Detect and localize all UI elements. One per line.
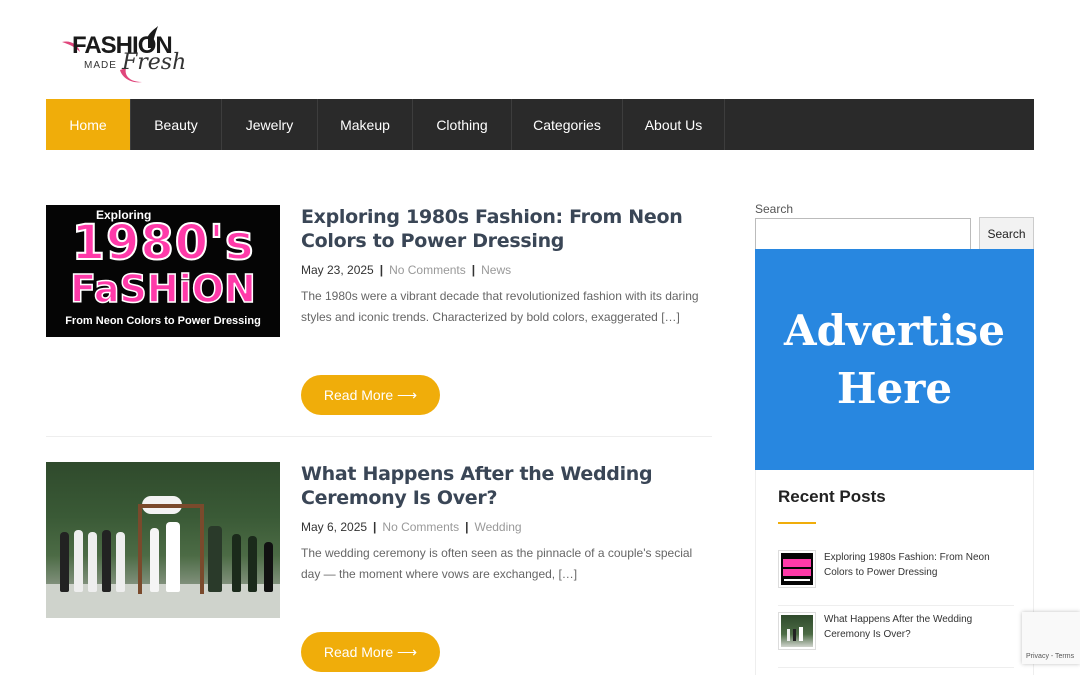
thumb-figure <box>60 532 69 592</box>
post-meta: May 6, 2025 | No Comments | Wedding <box>301 520 713 534</box>
nav-item-beauty[interactable]: Beauty <box>131 99 222 150</box>
post-excerpt: The 1980s were a vibrant decade that rev… <box>301 289 699 324</box>
search-input[interactable] <box>755 218 971 250</box>
post-body: Exploring 1980s Fashion: From Neon Color… <box>301 205 713 328</box>
thumb-fashion-text: FaSHiON <box>69 266 256 312</box>
post-category-link[interactable]: Wedding <box>474 520 521 534</box>
thumb-figure <box>116 532 125 592</box>
mini-1980-thumb <box>781 553 813 585</box>
post-card: What Happens After the Wedding Ceremony … <box>46 462 712 675</box>
mini-thumb-bar <box>784 579 810 581</box>
nav-item-categories[interactable]: Categories <box>512 99 623 150</box>
post-card: Exploring 1980's FaSHiON From Neon Color… <box>46 205 712 435</box>
meta-separator: | <box>471 263 476 277</box>
post-divider <box>46 436 712 437</box>
recent-post-title[interactable]: Exploring 1980s Fashion: From Neon Color… <box>824 550 1016 580</box>
thumb-figure <box>248 536 257 592</box>
thumb-figure <box>88 532 97 592</box>
mini-wedding-thumb <box>781 615 813 647</box>
thumb-subtitle-text: From Neon Colors to Power Dressing <box>65 315 261 327</box>
thumb-figure <box>166 522 180 592</box>
ad-line-1: Advertise <box>784 305 1005 355</box>
search-button[interactable]: Search <box>979 217 1034 250</box>
nav-item-makeup[interactable]: Makeup <box>318 99 413 150</box>
read-more-button[interactable]: Read More ⟶ <box>301 375 440 415</box>
recent-post-item[interactable]: What Happens After the Wedding Ceremony … <box>778 612 1014 668</box>
recent-posts-widget: Recent Posts Exploring 1980s Fashion: Fr… <box>755 470 1034 675</box>
logo-made-text: MADE <box>84 60 117 71</box>
mini-thumb-bar <box>783 559 811 567</box>
nav-item-about-us[interactable]: About Us <box>623 99 725 150</box>
recent-posts-underline <box>778 522 816 524</box>
post-thumbnail[interactable] <box>46 462 280 618</box>
mini-thumb-bar <box>783 569 811 576</box>
recaptcha-text[interactable]: Privacy - Terms <box>1026 653 1074 660</box>
mini-thumb-figure <box>799 627 803 641</box>
thumb-year-text: 1980's <box>71 214 255 272</box>
post-thumbnail[interactable]: Exploring 1980's FaSHiON From Neon Color… <box>46 205 280 337</box>
thumb-figure <box>208 526 222 592</box>
site-logo[interactable]: FASHION MADE Fresh <box>60 18 190 83</box>
thumb-figure <box>74 530 83 592</box>
advertise-banner[interactable]: Advertise Here <box>755 249 1034 470</box>
meta-separator: | <box>373 520 377 534</box>
post-category-link[interactable]: News <box>481 263 511 277</box>
recent-posts-title: Recent Posts <box>778 487 886 506</box>
mini-thumb-figure <box>793 629 796 641</box>
post-comments-link[interactable]: No Comments <box>389 263 466 277</box>
thumb-figure <box>150 528 159 592</box>
post-excerpt: The wedding ceremony is often seen as th… <box>301 546 693 581</box>
meta-separator: | <box>379 263 384 277</box>
meta-separator: | <box>465 520 469 534</box>
read-more-button[interactable]: Read More ⟶ <box>301 632 440 672</box>
post-meta: May 23, 2025 | No Comments | News <box>301 263 713 277</box>
thumb-figure <box>102 530 111 592</box>
recent-post-thumbnail[interactable] <box>778 550 816 588</box>
nav-item-home[interactable]: Home <box>46 99 131 150</box>
post-comments-link[interactable]: No Comments <box>382 520 459 534</box>
recent-post-item[interactable]: Exploring 1980s Fashion: From Neon Color… <box>778 550 1014 606</box>
recent-post-thumbnail[interactable] <box>778 612 816 650</box>
post-title[interactable]: What Happens After the Wedding Ceremony … <box>301 462 713 510</box>
main-nav: Home Beauty Jewelry Makeup Clothing Cate… <box>46 99 1034 150</box>
post-date[interactable]: May 6, 2025 <box>301 520 367 534</box>
nav-item-clothing[interactable]: Clothing <box>413 99 512 150</box>
ad-line-2: Here <box>836 363 953 413</box>
nav-item-jewelry[interactable]: Jewelry <box>222 99 318 150</box>
mini-thumb-figure <box>787 629 790 641</box>
search-label: Search <box>755 202 794 216</box>
thumb-figure <box>264 542 273 592</box>
recaptcha-badge[interactable]: Privacy - Terms <box>1022 612 1080 664</box>
recent-post-title[interactable]: What Happens After the Wedding Ceremony … <box>824 612 1016 642</box>
thumb-figure <box>232 534 241 592</box>
logo-fresh-text: Fresh <box>122 50 187 75</box>
post-body: What Happens After the Wedding Ceremony … <box>301 462 713 585</box>
post-date[interactable]: May 23, 2025 <box>301 263 374 277</box>
post-title[interactable]: Exploring 1980s Fashion: From Neon Color… <box>301 205 713 253</box>
